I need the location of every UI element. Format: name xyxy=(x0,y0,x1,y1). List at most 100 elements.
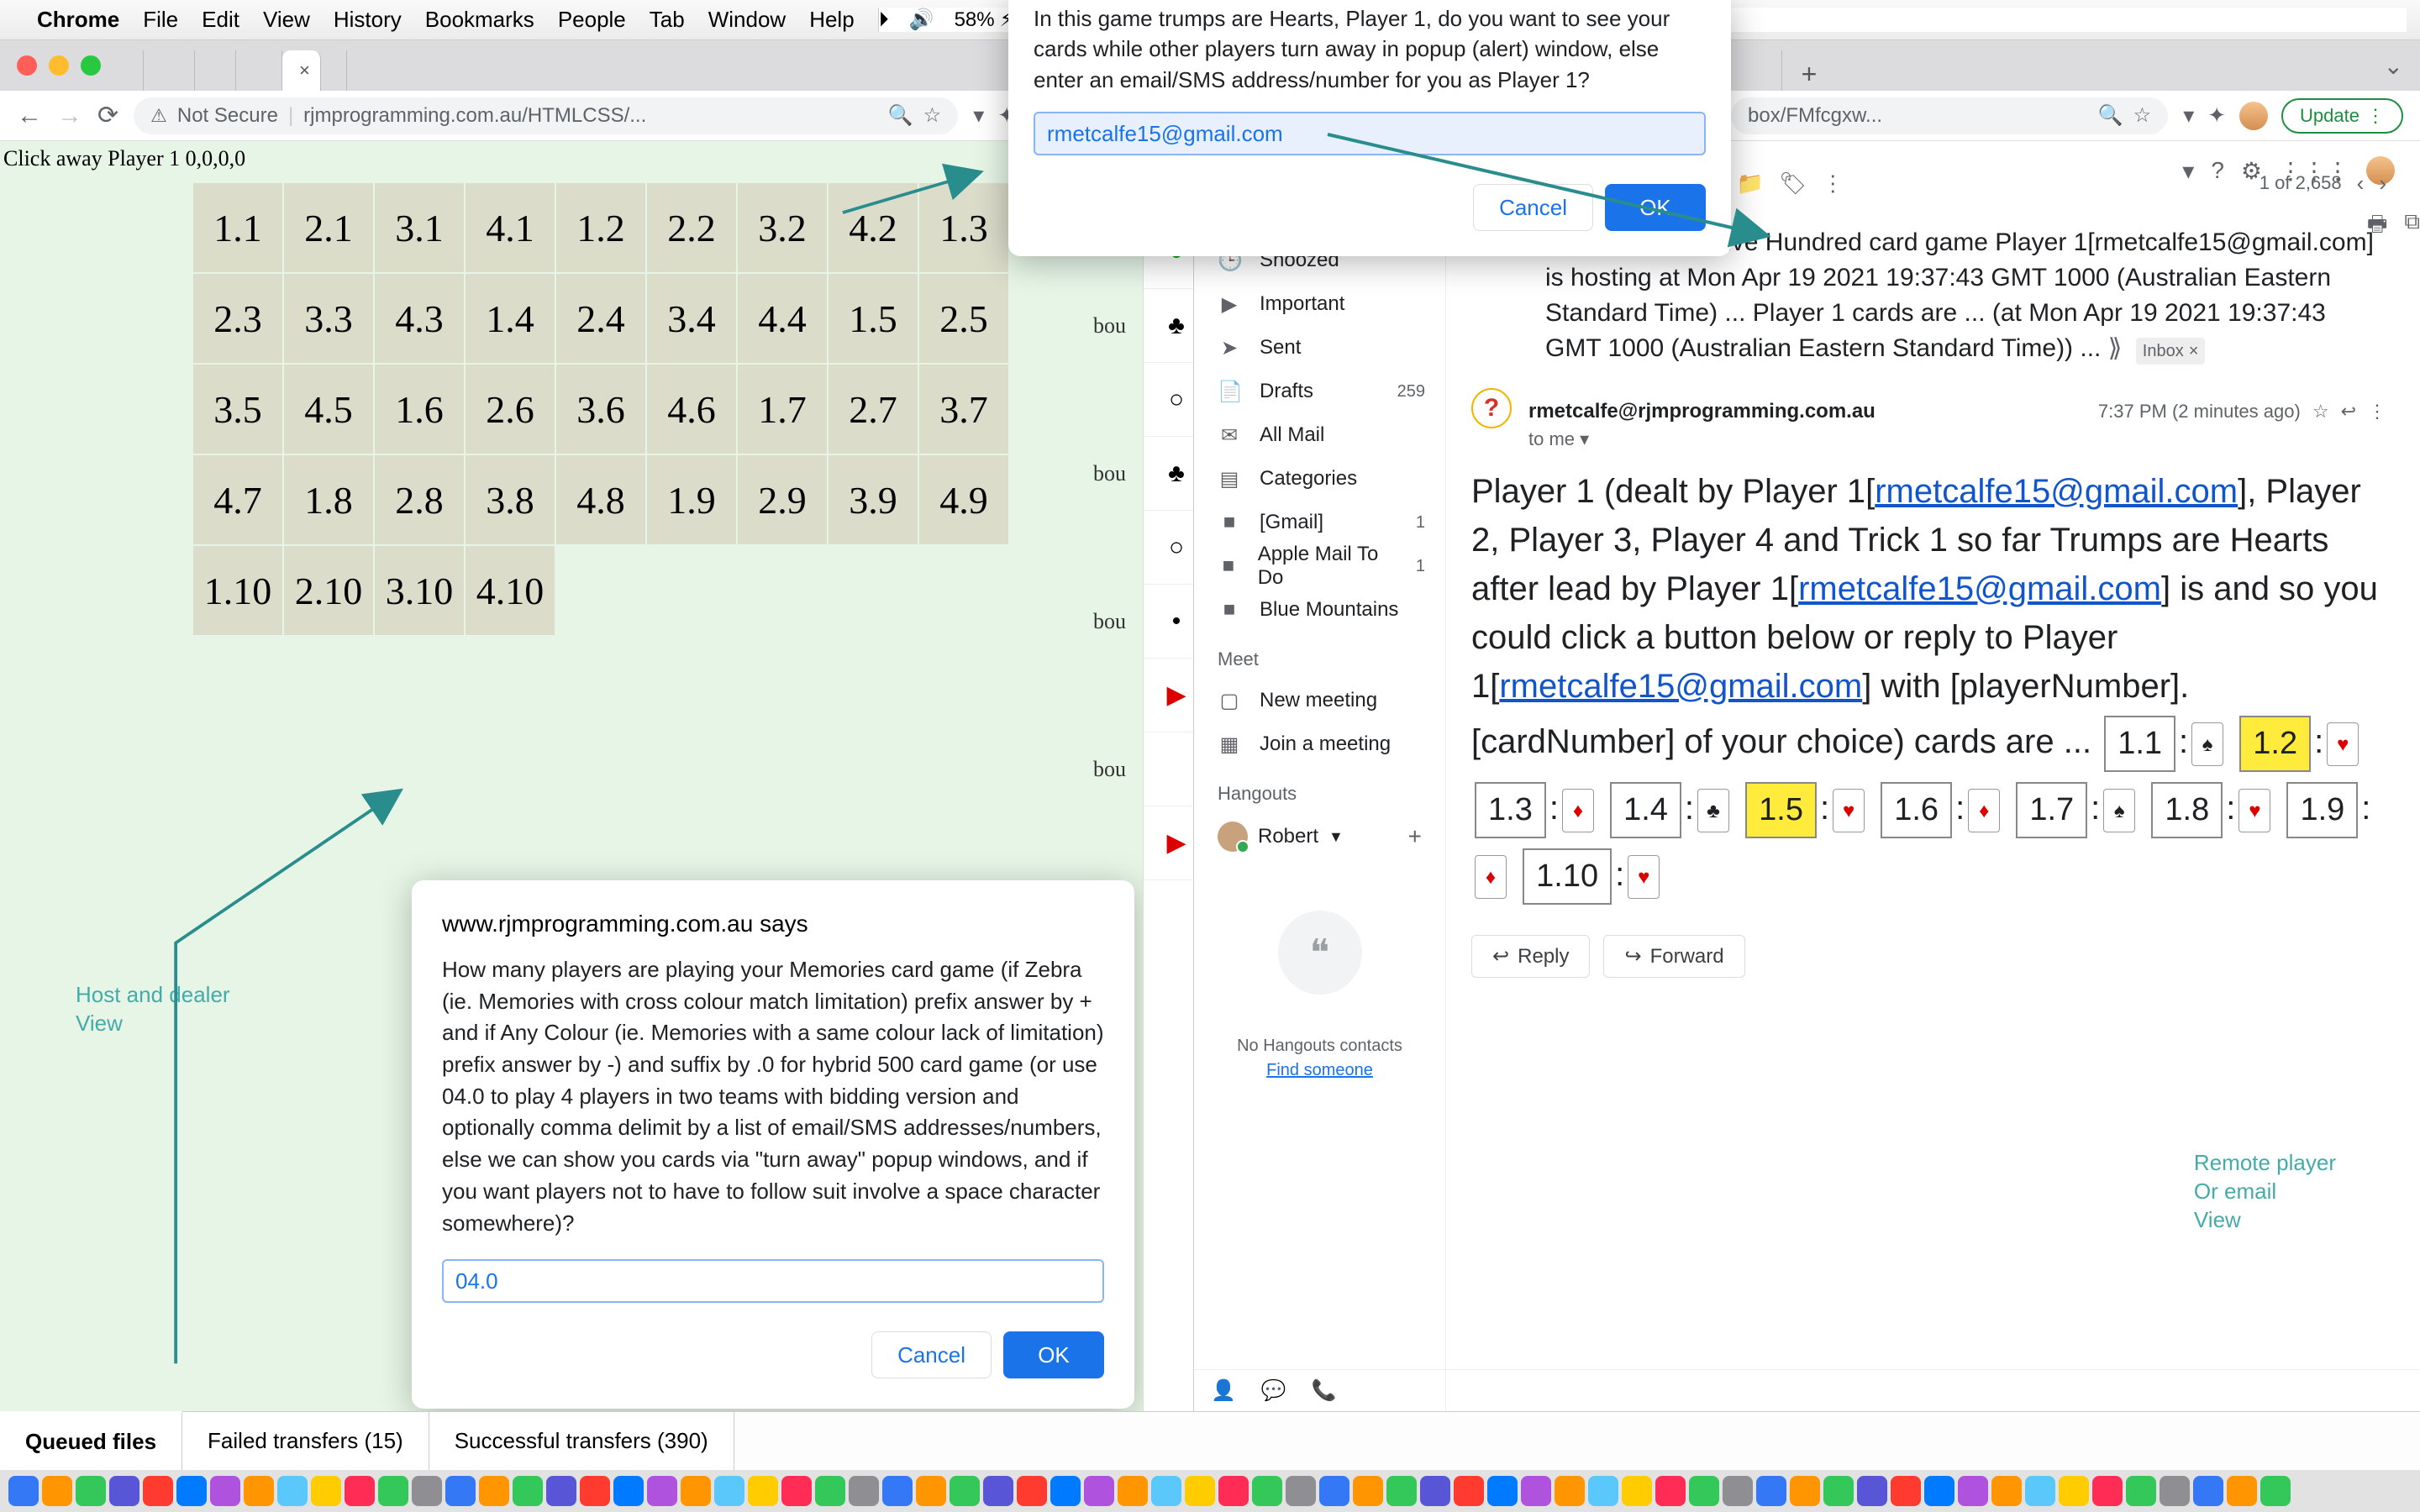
dock-app-icon[interactable] xyxy=(546,1476,576,1506)
popout-icon[interactable]: ⧉ xyxy=(2404,208,2420,245)
tab-group[interactable] xyxy=(195,50,236,91)
dock-app-icon[interactable] xyxy=(2126,1476,2156,1506)
dock-app-icon[interactable] xyxy=(109,1476,139,1506)
prev-icon[interactable]: ‹ xyxy=(2357,171,2365,197)
dock-app-icon[interactable] xyxy=(1454,1476,1484,1506)
label-icon[interactable]: 🏷 xyxy=(1779,171,1807,197)
dock-app-icon[interactable] xyxy=(882,1476,913,1506)
menu-tab[interactable]: Tab xyxy=(650,7,685,33)
dock-app-icon[interactable] xyxy=(1521,1476,1551,1506)
card-cell[interactable]: 4.7 xyxy=(193,455,282,544)
dock-app-icon[interactable] xyxy=(849,1476,879,1506)
card-cell[interactable]: 2.5 xyxy=(919,274,1008,363)
card-cell[interactable]: 1.8 xyxy=(284,455,373,544)
tab-group[interactable] xyxy=(144,50,195,91)
dock-app-icon[interactable] xyxy=(1756,1476,1786,1506)
tab-group[interactable] xyxy=(236,50,282,91)
dock-app-icon[interactable] xyxy=(277,1476,308,1506)
card-cell[interactable]: 4.2 xyxy=(829,183,918,272)
new-meeting[interactable]: ▢New meeting xyxy=(1194,679,1445,722)
dock-app-icon[interactable] xyxy=(1823,1476,1854,1506)
dock-app-icon[interactable] xyxy=(1924,1476,1954,1506)
dock-app-icon[interactable] xyxy=(1991,1476,2022,1506)
card-button[interactable]: 1.2 xyxy=(2239,716,2311,772)
dock-app-icon[interactable] xyxy=(1420,1476,1450,1506)
ok-button[interactable]: OK xyxy=(1003,1331,1104,1378)
card-cell[interactable]: 3.1 xyxy=(375,183,464,272)
card-cell[interactable]: 2.8 xyxy=(375,455,464,544)
profile-avatar[interactable] xyxy=(2239,102,2268,130)
sidebar-item-sent[interactable]: ➤Sent xyxy=(1194,326,1445,370)
forward-button[interactable]: ↪Forward xyxy=(1603,935,1744,978)
queued-files-tab[interactable]: Queued files xyxy=(0,1411,182,1470)
card-button[interactable]: 1.3 xyxy=(1475,782,1546,838)
card-cell[interactable]: 4.1 xyxy=(466,183,555,272)
card-cell[interactable]: 1.5 xyxy=(829,274,918,363)
tab-group[interactable] xyxy=(1731,50,1782,91)
sidebar-item-important[interactable]: ▶Important xyxy=(1194,282,1445,326)
dock-app-icon[interactable] xyxy=(2227,1476,2257,1506)
card-button[interactable]: 1.8 xyxy=(2151,782,2223,838)
card-cell[interactable]: 1.10 xyxy=(193,546,282,635)
sidebar-item-bluemountains[interactable]: ■Blue Mountains xyxy=(1194,588,1445,632)
successful-transfers-tab[interactable]: Successful transfers (390) xyxy=(429,1412,734,1470)
dock-app-icon[interactable] xyxy=(1723,1476,1753,1506)
card-cell[interactable]: 1.9 xyxy=(647,455,736,544)
dock-app-icon[interactable] xyxy=(1185,1476,1215,1506)
dock-app-icon[interactable] xyxy=(76,1476,106,1506)
card-cell[interactable]: 2.6 xyxy=(466,365,555,454)
dock-app-icon[interactable] xyxy=(613,1476,644,1506)
dock-app-icon[interactable] xyxy=(2260,1476,2291,1506)
card-cell[interactable]: 1.4 xyxy=(466,274,555,363)
dock-app-icon[interactable] xyxy=(1353,1476,1383,1506)
extension-icon[interactable]: ▾ xyxy=(2183,102,2194,129)
dock-app-icon[interactable] xyxy=(378,1476,408,1506)
dock-app-icon[interactable] xyxy=(176,1476,207,1506)
tabs-menu-icon[interactable]: ⌄ xyxy=(2384,52,2403,80)
dock-app-icon[interactable] xyxy=(412,1476,442,1506)
card-cell[interactable]: 1.1 xyxy=(193,183,282,272)
dock-app-icon[interactable] xyxy=(916,1476,946,1506)
dock-app-icon[interactable] xyxy=(2092,1476,2123,1506)
card-cell[interactable]: 4.8 xyxy=(556,455,645,544)
dock-app-icon[interactable] xyxy=(1588,1476,1618,1506)
to-label[interactable]: to me ▾ xyxy=(1528,428,2386,450)
dock-app-icon[interactable] xyxy=(1218,1476,1249,1506)
card-cell[interactable]: 2.4 xyxy=(556,274,645,363)
dock-app-icon[interactable] xyxy=(1958,1476,1988,1506)
prompt-input[interactable] xyxy=(1034,112,1706,155)
card-button[interactable]: 1.9 xyxy=(2286,782,2358,838)
bookmark-icon[interactable]: ☆ xyxy=(2133,103,2152,128)
tab-group[interactable] xyxy=(118,50,144,91)
card-cell[interactable]: 4.4 xyxy=(738,274,827,363)
close-icon[interactable]: × xyxy=(299,60,310,81)
cancel-button[interactable]: Cancel xyxy=(1473,184,1593,231)
dock-app-icon[interactable] xyxy=(1286,1476,1316,1506)
star-icon[interactable]: ☆ xyxy=(2312,401,2329,423)
bookmark-icon[interactable]: ☆ xyxy=(923,103,942,128)
card-cell[interactable]: 2.7 xyxy=(829,365,918,454)
card-button[interactable]: 1.10 xyxy=(1523,848,1612,905)
forward-icon[interactable]: → xyxy=(57,102,82,130)
dock-app-icon[interactable] xyxy=(1689,1476,1719,1506)
sidebar-item-gmail[interactable]: ■[Gmail]1 xyxy=(1194,501,1445,544)
dock-app-icon[interactable] xyxy=(1857,1476,1887,1506)
card-cell[interactable]: 3.5 xyxy=(193,365,282,454)
address-bar[interactable]: box/FMfcgxw... 🔍 ☆ xyxy=(1731,97,2168,134)
email-link[interactable]: rmetcalfe15@gmail.com xyxy=(1499,668,1862,705)
menu-file[interactable]: File xyxy=(143,7,178,33)
dock-app-icon[interactable] xyxy=(210,1476,240,1506)
dock-app-icon[interactable] xyxy=(815,1476,845,1506)
dock-app-icon[interactable] xyxy=(2059,1476,2089,1506)
dock-app-icon[interactable] xyxy=(1151,1476,1181,1506)
card-cell[interactable]: 4.6 xyxy=(647,365,736,454)
window-minimize-icon[interactable] xyxy=(49,55,69,76)
dock-app-icon[interactable] xyxy=(2160,1476,2190,1506)
card-cell[interactable]: 1.3 xyxy=(919,183,1008,272)
card-cell[interactable]: 3.8 xyxy=(466,455,555,544)
dock-app-icon[interactable] xyxy=(2025,1476,2055,1506)
card-cell[interactable]: 2.2 xyxy=(647,183,736,272)
extension-icon[interactable]: ▾ xyxy=(973,102,984,129)
dock-app-icon[interactable] xyxy=(513,1476,543,1506)
dock-app-icon[interactable] xyxy=(42,1476,72,1506)
